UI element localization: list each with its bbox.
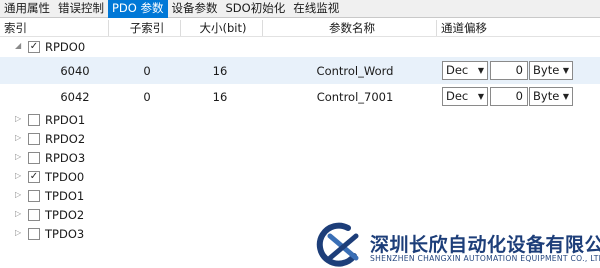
tpdo1-checkbox[interactable]: [28, 190, 40, 202]
column-divider[interactable]: [180, 20, 181, 36]
column-header-size[interactable]: 大小(bit): [188, 19, 258, 37]
tree-node-label: TPDO0: [45, 170, 85, 184]
chevron-down-icon: ▼: [562, 66, 569, 75]
tab-pdo-params[interactable]: PDO 参数: [108, 0, 168, 18]
tree-node-label: RPDO3: [45, 151, 86, 165]
table-row[interactable]: 6042 0 16 Control_7001 Dec ▼ 0 Byte ▼: [0, 84, 600, 110]
triangle-right-icon[interactable]: ▷: [15, 229, 23, 237]
tpdo0-checkbox[interactable]: ✓: [28, 171, 40, 183]
tab-general[interactable]: 通用属性: [0, 0, 54, 18]
column-header-name[interactable]: 参数名称: [270, 19, 434, 37]
chevron-down-icon: ▼: [477, 66, 484, 75]
offset-input[interactable]: 0: [490, 61, 528, 80]
column-header-subindex[interactable]: 子索引: [120, 19, 174, 37]
cell-name: Control_Word: [316, 64, 394, 78]
rpdo0-checkbox[interactable]: ✓: [28, 41, 40, 53]
column-divider[interactable]: [108, 20, 109, 36]
cell-name: Control_7001: [316, 90, 394, 104]
unit-value: Byte: [533, 63, 560, 77]
tab-device-params[interactable]: 设备参数: [168, 0, 222, 18]
cell-size: 16: [212, 90, 228, 104]
check-icon: ✓: [29, 41, 39, 52]
triangle-down-icon[interactable]: ◢: [15, 42, 23, 50]
rpdo3-checkbox[interactable]: [28, 152, 40, 164]
table-header: 索引 子索引 大小(bit) 参数名称 通道偏移: [0, 19, 600, 37]
tree-node-rpdo1[interactable]: ▷ RPDO1: [0, 110, 600, 129]
unit-value: Byte: [533, 89, 560, 103]
cell-subindex: 0: [143, 90, 151, 104]
offset-input[interactable]: 0: [490, 87, 528, 106]
column-header-index[interactable]: 索引: [4, 19, 27, 37]
triangle-right-icon[interactable]: ▷: [15, 134, 23, 142]
tab-bar: 通用属性 错误控制 PDO 参数 设备参数 SDO初始化 在线监视: [0, 0, 600, 18]
tab-error-control[interactable]: 错误控制: [54, 0, 108, 18]
tab-online-monitor[interactable]: 在线监视: [289, 0, 343, 18]
format-value: Dec: [446, 89, 469, 103]
column-divider[interactable]: [262, 20, 263, 36]
format-value: Dec: [446, 63, 469, 77]
triangle-right-icon[interactable]: ▷: [15, 172, 23, 180]
tree-node-rpdo3[interactable]: ▷ RPDO3: [0, 148, 600, 167]
tree-node-tpdo1[interactable]: ▷ TPDO1: [0, 186, 600, 205]
tab-sdo-init[interactable]: SDO初始化: [222, 0, 290, 18]
triangle-right-icon[interactable]: ▷: [15, 115, 23, 123]
tree-node-label: TPDO3: [45, 227, 85, 241]
cell-size: 16: [212, 64, 228, 78]
tree-node-tpdo0[interactable]: ▷ ✓ TPDO0: [0, 167, 600, 186]
triangle-right-icon[interactable]: ▷: [15, 210, 23, 218]
table-row[interactable]: 6040 0 16 Control_Word Dec ▼ 0 Byte ▼: [0, 57, 600, 84]
tree-node-label: RPDO0: [45, 40, 86, 54]
tree-node-rpdo2[interactable]: ▷ RPDO2: [0, 129, 600, 148]
tree-node-label: RPDO2: [45, 132, 86, 146]
cell-index: 6042: [60, 90, 90, 104]
column-divider[interactable]: [436, 20, 437, 36]
company-name-en: SHENZHEN CHANGXIN AUTOMATION EQUIPMENT C…: [370, 254, 600, 263]
unit-select[interactable]: Byte ▼: [529, 61, 573, 80]
column-header-offset[interactable]: 通道偏移: [441, 19, 487, 37]
tree-node-label: TPDO1: [45, 189, 85, 203]
triangle-right-icon[interactable]: ▷: [15, 153, 23, 161]
cell-index: 6040: [60, 64, 90, 78]
cx-logo-icon: [316, 222, 359, 267]
tree-node-rpdo0[interactable]: ◢ ✓ RPDO0: [0, 38, 600, 56]
offset-value: 0: [515, 89, 523, 103]
cell-subindex: 0: [143, 64, 151, 78]
check-icon: ✓: [29, 171, 39, 182]
rpdo2-checkbox[interactable]: [28, 133, 40, 145]
tpdo3-checkbox[interactable]: [28, 228, 40, 240]
format-select[interactable]: Dec ▼: [442, 61, 488, 80]
unit-select[interactable]: Byte ▼: [529, 87, 573, 106]
chevron-down-icon: ▼: [477, 92, 484, 101]
tree-node-label: RPDO1: [45, 113, 86, 127]
company-name-cn: 深圳长欣自动化设备有限公司: [370, 234, 600, 256]
company-watermark: 深圳长欣自动化设备有限公司 SHENZHEN CHANGXIN AUTOMATI…: [306, 222, 600, 268]
format-select[interactable]: Dec ▼: [442, 87, 488, 106]
rpdo1-checkbox[interactable]: [28, 114, 40, 126]
tpdo2-checkbox[interactable]: [28, 209, 40, 221]
triangle-right-icon[interactable]: ▷: [15, 191, 23, 199]
chevron-down-icon: ▼: [562, 92, 569, 101]
offset-value: 0: [515, 63, 523, 77]
tree-node-label: TPDO2: [45, 208, 85, 222]
